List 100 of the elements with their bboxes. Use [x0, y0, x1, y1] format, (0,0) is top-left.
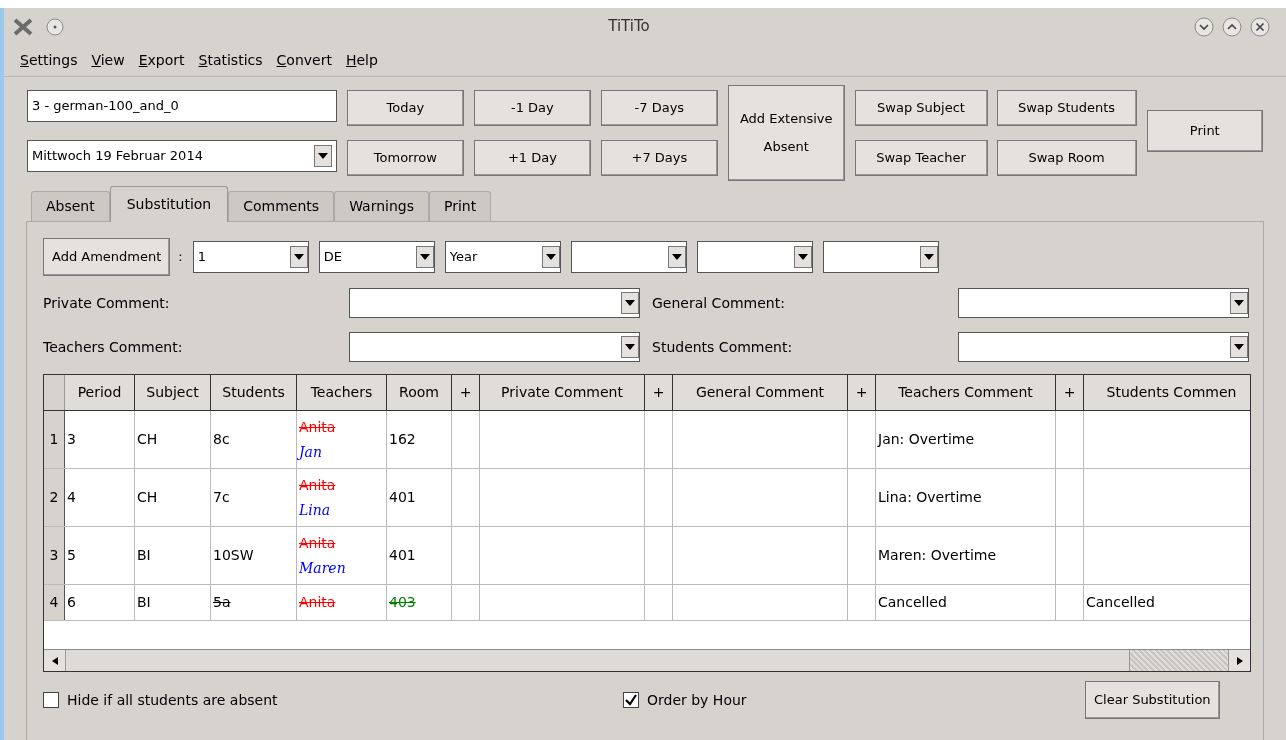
combo-box[interactable] — [822, 241, 939, 273]
clear-substitution-button[interactable]: Clear Substitution — [1085, 681, 1220, 719]
table-cell-text: Lina: Overtime — [878, 488, 983, 507]
app-logo-icon — [12, 16, 34, 37]
column-header[interactable]: Subject — [135, 375, 211, 410]
day-button[interactable]: -7 Days — [600, 90, 718, 126]
field-label: Students Comment: — [652, 337, 794, 357]
menu-item[interactable]: Export — [138, 50, 185, 71]
tab[interactable]: Substitution — [109, 186, 229, 222]
combo-box[interactable] — [570, 241, 687, 273]
table-cell-text: Cancelled — [1086, 593, 1156, 612]
column-header[interactable]: + — [1056, 375, 1084, 410]
scroll-thumb[interactable] — [66, 650, 1130, 671]
scroll-left-button[interactable] — [44, 650, 66, 671]
tab[interactable]: Print — [429, 191, 492, 221]
day-button[interactable]: Today — [346, 90, 464, 126]
column-header[interactable]: Room — [387, 375, 452, 410]
maximize-icon[interactable] — [1222, 16, 1242, 37]
field-label: Teachers Comment: — [43, 337, 184, 357]
close-icon[interactable] — [1250, 16, 1270, 37]
separator-label: : — [178, 248, 183, 267]
left-arrow-icon — [51, 656, 58, 665]
table-cell-text: Anita — [299, 533, 337, 553]
column-header[interactable]: Private Comment — [480, 375, 645, 410]
comment-combo[interactable] — [349, 288, 640, 318]
day-button[interactable]: Tomorrow — [346, 140, 464, 176]
right-arrow-icon — [1236, 656, 1243, 665]
table-cell-text: 5a — [213, 593, 232, 612]
tab[interactable]: Comments — [228, 191, 335, 221]
scroll-right-button[interactable] — [1228, 650, 1250, 671]
checkbox-label: Order by Hour — [647, 690, 747, 710]
row-number: 1 — [44, 411, 65, 468]
table-cell-text: 403 — [389, 593, 417, 612]
table-cell-text: CH — [137, 488, 159, 507]
add-amendment-button[interactable]: Add Amendment — [43, 238, 171, 276]
column-header[interactable]: Period — [65, 375, 135, 410]
combo-box[interactable]: 1 — [192, 241, 309, 273]
minimize-icon[interactable] — [1194, 16, 1214, 37]
combo-box[interactable]: DE — [318, 241, 435, 273]
column-header[interactable]: General Comment — [673, 375, 848, 410]
swap-button[interactable]: Swap Students — [996, 90, 1137, 126]
day-button[interactable]: +1 Day — [473, 140, 591, 176]
menu-item[interactable]: Settings — [20, 50, 78, 71]
table-cell-text: Maren — [299, 558, 347, 578]
combo-box[interactable] — [696, 241, 813, 273]
checkbox[interactable] — [43, 692, 59, 708]
swap-button[interactable]: Swap Teacher — [854, 140, 988, 176]
table-cell-text: 3 — [67, 430, 77, 449]
table-cell-text: 4 — [67, 488, 77, 507]
comment-combo[interactable] — [958, 332, 1249, 362]
field-label: Private Comment: — [43, 293, 171, 313]
table-cell-text: 8c — [213, 430, 231, 449]
plan-field[interactable]: 3 - german-100_and_0 — [27, 90, 337, 122]
comment-combo[interactable] — [349, 332, 640, 362]
checkbox[interactable] — [623, 692, 639, 708]
column-header[interactable]: Teachers — [297, 375, 387, 410]
column-header[interactable]: + — [452, 375, 480, 410]
day-button[interactable]: +7 Days — [600, 140, 718, 176]
print-button[interactable]: Print — [1146, 110, 1263, 152]
tab[interactable]: Absent — [31, 191, 110, 221]
menu-item[interactable]: Convert — [276, 50, 332, 71]
table-cell-text: Lina — [299, 500, 332, 520]
table-cell-text: 401 — [389, 488, 417, 507]
row-number: 3 — [44, 527, 65, 584]
table-cell-text: 7c — [213, 488, 231, 507]
table-cell-text: Cancelled — [878, 593, 948, 612]
menu-item[interactable]: Statistics — [198, 50, 263, 71]
row-number: 4 — [44, 585, 65, 620]
table-cell-text: 162 — [389, 430, 417, 449]
table-cell-text: 6 — [67, 593, 77, 612]
day-button[interactable]: -1 Day — [473, 90, 591, 126]
table-cell-text: 10SW — [213, 546, 255, 565]
table-cell-text: BI — [137, 546, 152, 565]
table-cell-text: Jan: Overtime — [878, 430, 976, 449]
column-header[interactable]: + — [848, 375, 876, 410]
combo-box[interactable]: Year — [444, 241, 561, 273]
table-cell-text: BI — [137, 593, 152, 612]
table-cell-text: 5 — [67, 546, 77, 565]
comment-combo[interactable] — [958, 288, 1249, 318]
table-cell-text: 401 — [389, 546, 417, 565]
row-number: 2 — [44, 469, 65, 526]
table-cell-text: CH — [137, 430, 159, 449]
window-title: TiTiTo — [608, 16, 650, 38]
swap-button[interactable]: Swap Room — [996, 140, 1137, 176]
column-header[interactable]: + — [645, 375, 673, 410]
column-header[interactable]: Students Commen — [1084, 375, 1250, 410]
date-combo[interactable]: Mittwoch 19 Februar 2014 — [27, 140, 337, 172]
column-header[interactable]: Teachers Comment — [876, 375, 1056, 410]
tab[interactable]: Warnings — [334, 191, 429, 221]
menu-item[interactable]: View — [91, 50, 125, 71]
table-cell-text: Anita — [299, 475, 337, 495]
pin-icon[interactable] — [46, 17, 64, 36]
add-extensive-absent-button[interactable]: Add Extensive Absent — [727, 85, 845, 181]
checkbox-label: Hide if all students are absent — [67, 690, 278, 710]
table-cell-text: Anita — [299, 417, 337, 437]
swap-button[interactable]: Swap Subject — [854, 90, 988, 126]
table-cell-text: Anita — [299, 593, 337, 612]
table-cell-text: Maren: Overtime — [878, 546, 998, 565]
column-header[interactable]: Students — [211, 375, 297, 410]
menu-item[interactable]: Help — [345, 50, 378, 71]
